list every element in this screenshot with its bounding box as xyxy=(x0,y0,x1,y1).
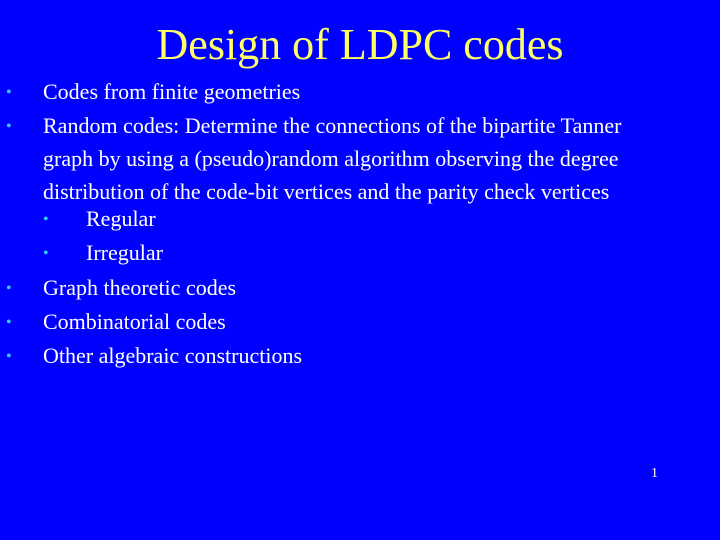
bullet-icon: • xyxy=(43,211,49,228)
item-text-line: Random codes: Determine the connections … xyxy=(43,113,622,138)
item-text: Other algebraic constructions xyxy=(43,343,303,368)
item-text: Regular xyxy=(86,206,156,231)
page-number: 1 xyxy=(651,466,658,481)
item-text: Graph theoretic codes xyxy=(43,275,237,300)
bullet-icon: • xyxy=(6,314,12,331)
bullet-icon: • xyxy=(43,245,49,262)
item-text: Irregular xyxy=(86,240,163,265)
bullet-icon: • xyxy=(6,348,12,365)
item-text-line: graph by using a (pseudo)random algorith… xyxy=(43,146,619,171)
item-text: Combinatorial codes xyxy=(43,309,226,334)
bullet-icon: • xyxy=(6,280,12,297)
bullet-icon: • xyxy=(6,84,12,101)
bullet-icon: • xyxy=(6,118,12,135)
item-text: Codes from finite geometries xyxy=(43,79,301,104)
slide-title: Design of LDPC codes xyxy=(156,20,564,69)
